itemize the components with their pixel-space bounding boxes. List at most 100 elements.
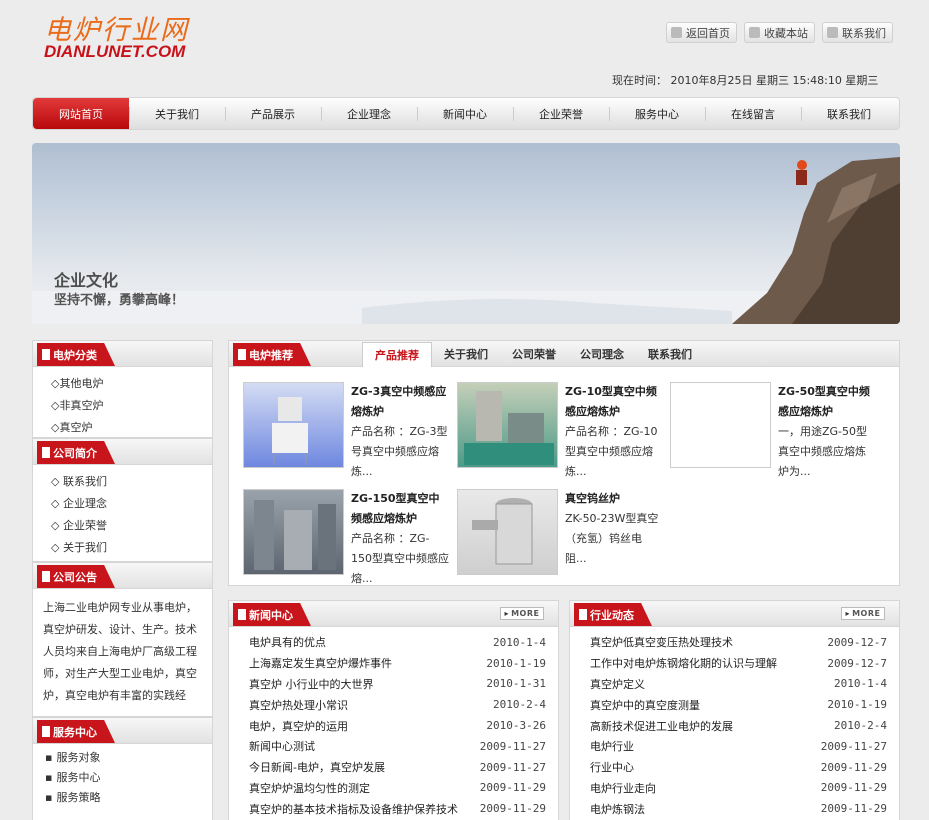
contact-link-label: 联系我们 <box>842 26 886 40</box>
news-row-title[interactable]: 电炉行业 <box>590 738 634 754</box>
news-row-date: 2010-1-19 <box>827 698 887 712</box>
product-name[interactable]: ZG-150型真空中频感应熔炼炉 <box>351 492 440 525</box>
news-row-title[interactable]: 电炉行业走向 <box>590 780 656 796</box>
news-row-title[interactable]: 行业中心 <box>590 759 634 775</box>
site-logo-english[interactable]: DIANLUNET.COM <box>44 42 185 62</box>
news-row-title[interactable]: 电炉炼钢法 <box>590 801 645 817</box>
product-image[interactable] <box>243 489 344 575</box>
nav-about[interactable]: 关于我们 <box>129 98 225 129</box>
news-row[interactable]: 新闻中心测试 2009-11-27 <box>229 736 558 757</box>
news-row-date: 2009-11-27 <box>479 739 546 753</box>
news-row[interactable]: 上海嘉定发生真空炉爆炸事件 2010-1-19 <box>229 653 558 674</box>
product-tabs: 产品推荐 关于我们 公司荣誉 公司理念 联系我们 <box>362 342 704 367</box>
news-row[interactable]: 电炉炼钢法 2009-11-29 <box>570 798 899 819</box>
nav-home[interactable]: 网站首页 <box>33 98 129 129</box>
nav-guestbook[interactable]: 在线留言 <box>705 98 801 129</box>
news-row-title[interactable]: 真空炉 小行业中的大世界 <box>249 676 374 692</box>
news-row[interactable]: 电炉行业 2009-11-27 <box>570 736 899 757</box>
contact-link[interactable]: 联系我们 <box>822 22 893 43</box>
nav-products[interactable]: 产品展示 <box>225 98 321 129</box>
tab-honors[interactable]: 公司荣誉 <box>500 342 568 366</box>
news-row[interactable]: 真空炉的基本技术指标及设备维护保养技术 2009-11-29 <box>229 798 558 819</box>
about-item-about[interactable]: ◇ 关于我们 <box>51 537 212 559</box>
nav-honors[interactable]: 企业荣誉 <box>513 98 609 129</box>
news-row[interactable]: 真空炉中的真空度测量 2010-1-19 <box>570 694 899 715</box>
category-header: 电炉分类 <box>33 341 212 367</box>
news-row[interactable]: 真空炉低真空变压热处理技术 2009-12-7 <box>570 632 899 653</box>
about-tab: 公司简介 <box>37 441 115 464</box>
news-row[interactable]: 真空炉定义 2010-1-4 <box>570 674 899 695</box>
news-row[interactable]: 真空炉热处理小常识 2010-2-4 <box>229 694 558 715</box>
news-row-title[interactable]: 真空炉热处理小常识 <box>249 697 348 713</box>
news-row-title[interactable]: 上海嘉定发生真空炉爆炸事件 <box>249 655 392 671</box>
tab-contact[interactable]: 联系我们 <box>636 342 704 366</box>
tab-philosophy[interactable]: 公司理念 <box>568 342 636 366</box>
news-row[interactable]: 工作中对电炉炼钢熔化期的认识与理解 2009-12-7 <box>570 653 899 674</box>
category-panel: 电炉分类 ◇其他电炉 ◇非真空炉 ◇真空炉 <box>32 340 213 438</box>
news-row[interactable]: 行业中心 2009-11-29 <box>570 757 899 778</box>
product-image[interactable] <box>243 382 344 468</box>
home-link[interactable]: 返回首页 <box>666 22 737 43</box>
news-row-title[interactable]: 真空炉定义 <box>590 676 645 692</box>
nav-service[interactable]: 服务中心 <box>609 98 705 129</box>
product-desc: 产品名称 ：ZG-150型真空中频感应熔... <box>351 532 449 585</box>
product-name[interactable]: ZG-3真空中频感应熔炼炉 <box>351 385 446 418</box>
news-row[interactable]: 电炉具有的优点 2010-1-4 <box>229 632 558 653</box>
news-row-title[interactable]: 高新技术促进工业电炉的发展 <box>590 718 733 734</box>
news-row[interactable]: 高新技术促进工业电炉的发展 2010-2-4 <box>570 715 899 736</box>
news-row-title[interactable]: 工作中对电炉炼钢熔化期的认识与理解 <box>590 655 777 671</box>
product-name[interactable]: ZG-50型真空中频感应熔炼炉 <box>778 385 870 418</box>
nav-news[interactable]: 新闻中心 <box>417 98 513 129</box>
tab-about[interactable]: 关于我们 <box>432 342 500 366</box>
news-row[interactable]: 真空炉 小行业中的大世界 2010-1-31 <box>229 674 558 695</box>
bookmark-link-label: 收藏本站 <box>764 26 808 40</box>
product-title: 电炉推荐 <box>249 348 293 362</box>
hero-banner: 企业文化 坚持不懈，勇攀高峰！ <box>32 143 900 324</box>
news-row-date: 2010-3-26 <box>486 719 546 733</box>
product-card[interactable]: ZG-150型真空中频感应熔炼炉产品名称 ：ZG-150型真空中频感应熔... <box>243 489 453 585</box>
product-name[interactable]: ZG-10型真空中频感应熔炼炉 <box>565 385 657 418</box>
news-row-title[interactable]: 新闻中心测试 <box>249 738 315 754</box>
service-item-center[interactable]: 服务中心 <box>45 768 212 788</box>
about-item-philosophy[interactable]: ◇ 企业理念 <box>51 493 212 515</box>
news-row-title[interactable]: 电炉具有的优点 <box>249 634 326 650</box>
product-name[interactable]: 真空钨丝炉 <box>565 492 620 505</box>
home-link-label: 返回首页 <box>686 26 730 40</box>
product-card[interactable]: ZG-50型真空中频感应熔炼炉 一，用途ZG-50型真空中频感应熔炼炉为... <box>670 382 880 478</box>
banner-title: 企业文化 <box>54 271 119 290</box>
notice-title: 公司公告 <box>53 570 97 584</box>
list-icon <box>42 349 50 360</box>
tab-recommended[interactable]: 产品推荐 <box>362 342 432 367</box>
news-row[interactable]: 电炉，真空炉的运用 2010-3-26 <box>229 715 558 736</box>
about-item-honors[interactable]: ◇ 企业荣誉 <box>51 515 212 537</box>
news-row-title[interactable]: 真空炉中的真空度测量 <box>590 697 700 713</box>
news-row-title[interactable]: 真空炉低真空变压热处理技术 <box>590 634 733 650</box>
product-card[interactable]: 真空钨丝炉 ZK-50-23W型真空（充氢）钨丝电阻... <box>457 489 667 585</box>
service-item-strategy[interactable]: 服务策略 <box>45 788 212 808</box>
category-item-non-vacuum[interactable]: ◇非真空炉 <box>51 395 212 417</box>
news-row[interactable]: 真空炉炉温均匀性的测定 2009-11-29 <box>229 778 558 799</box>
phone-icon <box>827 27 838 38</box>
category-item-vacuum[interactable]: ◇真空炉 <box>51 417 212 437</box>
news-row[interactable]: 电炉行业走向 2009-11-29 <box>570 778 899 799</box>
news-row-date: 2009-12-7 <box>827 656 887 670</box>
category-item-other[interactable]: ◇其他电炉 <box>51 373 212 395</box>
news-row-title[interactable]: 真空炉的基本技术指标及设备维护保养技术 <box>249 801 458 817</box>
news-row[interactable]: 今日新闻-电炉，真空炉发展 2009-11-27 <box>229 757 558 778</box>
product-image[interactable] <box>670 382 771 468</box>
news-row-title[interactable]: 真空炉炉温均匀性的测定 <box>249 780 370 796</box>
news-more-button[interactable]: MORE <box>500 607 544 620</box>
industry-more-button[interactable]: MORE <box>841 607 885 620</box>
service-item-targets[interactable]: 服务对象 <box>45 748 212 768</box>
product-panel: 电炉推荐 产品推荐 关于我们 公司荣誉 公司理念 联系我们 ZG-3真空中频感应… <box>228 340 900 586</box>
about-item-contact[interactable]: ◇ 联系我们 <box>51 471 212 493</box>
bookmark-link[interactable]: 收藏本站 <box>744 22 815 43</box>
nav-contact[interactable]: 联系我们 <box>801 98 897 129</box>
nav-philosophy[interactable]: 企业理念 <box>321 98 417 129</box>
news-row-title[interactable]: 今日新闻-电炉，真空炉发展 <box>249 759 385 775</box>
product-image[interactable] <box>457 382 558 468</box>
product-card[interactable]: ZG-10型真空中频感应熔炼炉 产品名称 ：ZG-10型真空中频感应熔炼... <box>457 382 667 478</box>
product-image[interactable] <box>457 489 558 575</box>
news-row-title[interactable]: 电炉，真空炉的运用 <box>249 718 348 734</box>
product-card[interactable]: ZG-3真空中频感应熔炼炉 产品名称 ：ZG-3型号真空中频感应熔炼... <box>243 382 453 478</box>
